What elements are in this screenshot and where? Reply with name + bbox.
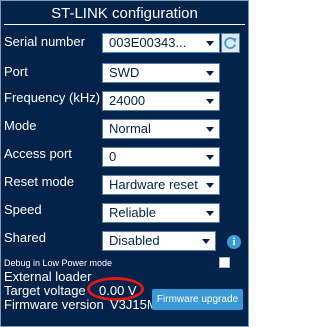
reset-mode-value: Hardware reset [109,177,198,192]
frequency-label: Frequency (kHz) [4,90,101,105]
chevron-down-icon [206,99,214,104]
title-divider [4,24,245,25]
mode-value: Normal [109,121,151,136]
external-loader-label: External loader [4,269,92,284]
target-voltage-label: Target voltage [4,283,86,298]
access-port-label: Access port [4,146,72,161]
speed-select[interactable]: Reliable [102,203,220,223]
chevron-down-icon [206,211,214,216]
shared-select[interactable]: Disabled [102,231,216,251]
frequency-select[interactable]: 24000 [102,91,220,111]
shared-label: Shared [4,230,46,245]
mode-label: Mode [4,118,37,133]
serial-number-value: 003E00343... [109,35,187,50]
serial-number-select[interactable]: 003E00343... [102,33,220,53]
chevron-down-icon [206,71,214,76]
reset-mode-label: Reset mode [4,174,75,189]
chevron-down-icon [206,127,214,132]
refresh-icon [224,37,237,49]
port-value: SWD [109,65,140,80]
refresh-button[interactable] [221,33,240,53]
serial-number-label: Serial number [4,34,85,49]
chevron-down-icon [206,41,214,46]
access-port-select[interactable]: 0 [102,147,220,167]
panel-title: ST-LINK configuration [51,5,198,22]
firmware-upgrade-button[interactable]: Firmware upgrade [152,289,243,310]
chevron-down-icon [202,239,210,244]
access-port-value: 0 [109,149,117,164]
speed-value: Reliable [109,205,156,220]
port-select[interactable]: SWD [102,63,220,83]
debug-low-power-label: Debug in Low Power mode [4,258,113,268]
reset-mode-select[interactable]: Hardware reset [102,175,220,195]
firmware-version-label: Firmware version [4,297,104,312]
shared-value: Disabled [109,233,160,248]
info-icon[interactable]: i [227,235,241,249]
speed-label: Speed [4,202,42,217]
frequency-value: 24000 [109,93,146,108]
stlink-config-panel: ST-LINK configuration Serial number 003E… [0,0,249,327]
debug-low-power-checkbox[interactable] [219,257,230,268]
port-label: Port [4,64,28,79]
mode-select[interactable]: Normal [102,119,220,139]
chevron-down-icon [206,183,214,188]
chevron-down-icon [206,155,214,160]
